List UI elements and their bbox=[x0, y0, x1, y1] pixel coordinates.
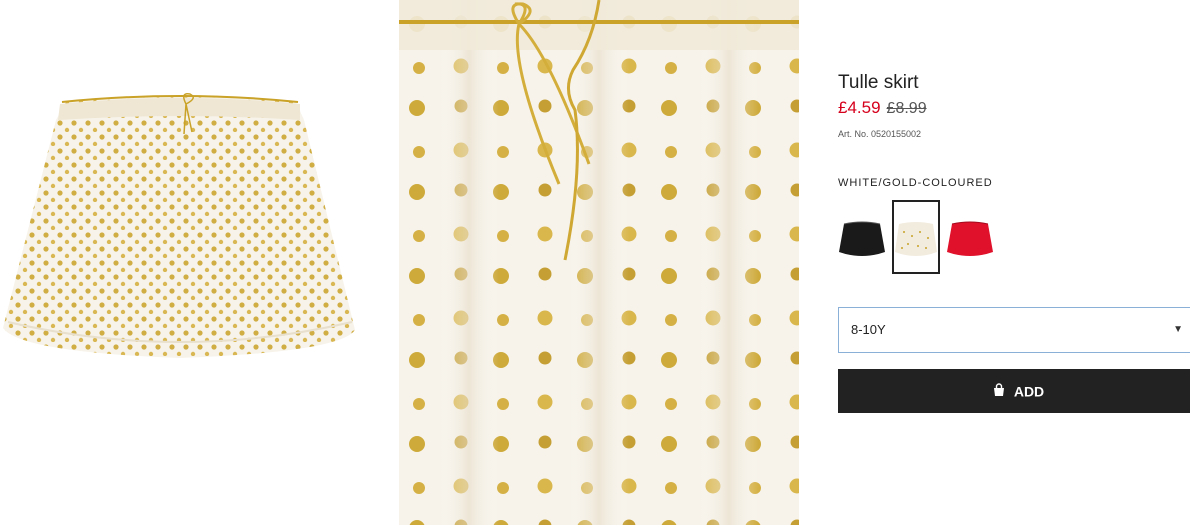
swatch-black[interactable] bbox=[838, 200, 886, 274]
article-number: Art. No. 0520155002 bbox=[838, 129, 922, 139]
product-image-zoom[interactable] bbox=[399, 0, 799, 525]
size-select-value: 8-10Y bbox=[851, 322, 886, 337]
black-skirt-swatch-icon bbox=[839, 221, 885, 256]
add-button-label: ADD bbox=[1013, 383, 1045, 400]
swatch-white-gold[interactable] bbox=[892, 200, 940, 274]
skirt-closeup-image bbox=[399, 0, 799, 525]
add-to-bag-button[interactable]: ADD bbox=[838, 369, 1190, 413]
sale-price: £4.59 bbox=[838, 98, 881, 117]
skirt-image bbox=[3, 92, 355, 358]
price-block: £4.59 £8.99 bbox=[838, 98, 927, 118]
product-info-panel: Tulle skirt £4.59 £8.99 Art. No. 05201550… bbox=[838, 0, 1190, 525]
size-select[interactable]: 8-10Y ▼ bbox=[838, 307, 1190, 353]
chevron-down-icon: ▼ bbox=[1173, 324, 1183, 335]
white-gold-skirt-swatch-icon bbox=[895, 222, 937, 256]
selected-color-name: WHITE/GOLD-COLOURED bbox=[838, 177, 993, 189]
product-title: Tulle skirt bbox=[838, 72, 919, 93]
product-image-main[interactable] bbox=[0, 90, 360, 380]
swatch-red[interactable] bbox=[946, 200, 994, 274]
red-skirt-swatch-icon bbox=[947, 221, 993, 256]
original-price: £8.99 bbox=[886, 100, 927, 117]
shopping-bag-icon bbox=[992, 383, 1006, 400]
